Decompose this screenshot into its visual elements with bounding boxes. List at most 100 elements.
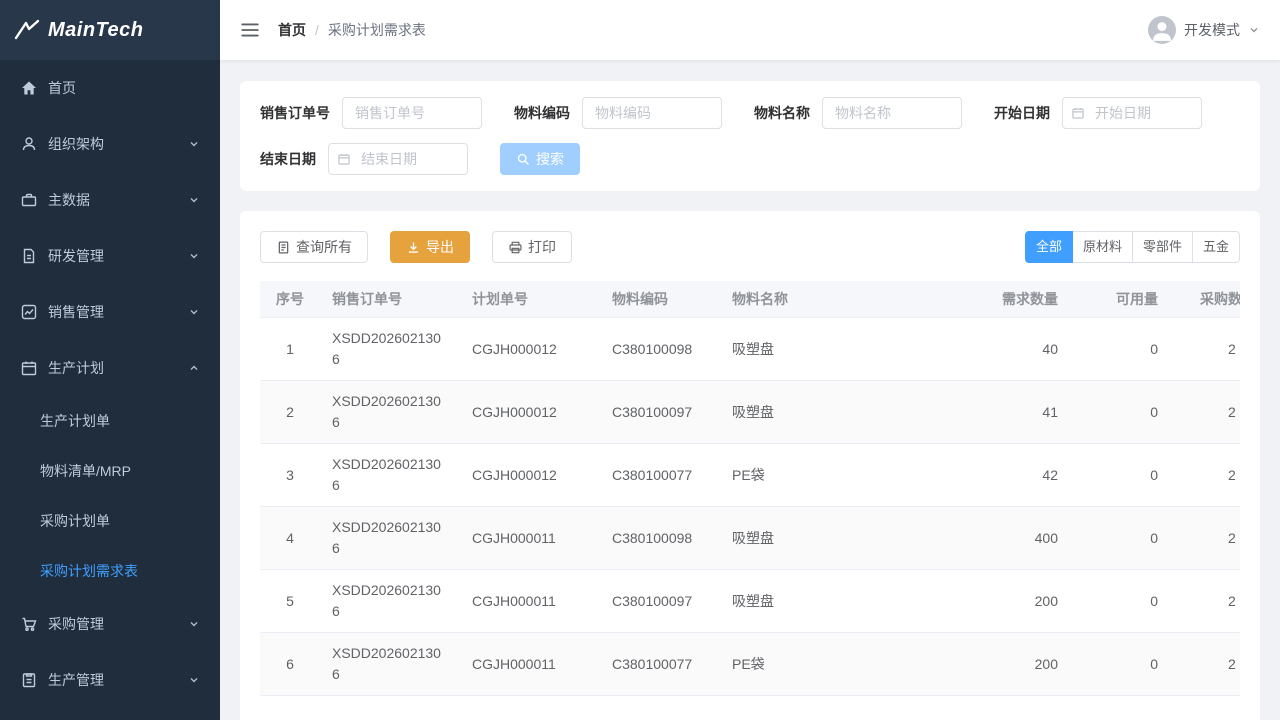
table-panel: 查询所有 导出 打印 <box>240 211 1260 720</box>
table-row[interactable]: 3 XSDD2026021306 CGJH000012 C380100077 P… <box>260 444 1240 507</box>
sidebar-item-production-mgmt[interactable]: 生产管理 <box>0 652 220 708</box>
breadcrumb-separator: / <box>315 22 319 38</box>
end-date-input[interactable] <box>328 143 468 175</box>
cell-plan-no: CGJH000011 <box>460 633 600 696</box>
main-area: 首页 / 采购计划需求表 开发模式 销售订单号 物料编码 <box>220 0 1280 720</box>
tab-hardware[interactable]: 五金 <box>1193 231 1240 263</box>
table-row[interactable]: 5 XSDD2026021306 CGJH000011 C380100097 吸… <box>260 570 1240 633</box>
cell-material-code: C380100077 <box>600 633 720 696</box>
cell-material-name: 吸塑盘 <box>720 318 970 381</box>
brand-name: MainTech <box>48 19 144 42</box>
cell-demand-qty: 400 <box>970 507 1070 570</box>
cell-seq: 5 <box>260 570 320 633</box>
sales-order-input[interactable] <box>342 97 482 129</box>
export-label: 导出 <box>426 237 454 257</box>
print-button[interactable]: 打印 <box>492 231 572 263</box>
sidebar-item-label: 研发管理 <box>48 246 104 266</box>
field-material-name: 物料名称 <box>754 97 962 129</box>
search-button[interactable]: 搜索 <box>500 143 580 175</box>
sidebar-subitem-production-plan-order[interactable]: 生产计划单 <box>0 396 220 446</box>
cell-available-qty: 0 <box>1070 381 1170 444</box>
sidebar-item-purchasing[interactable]: 采购管理 <box>0 596 220 652</box>
user-mode-label: 开发模式 <box>1184 20 1240 40</box>
tab-raw-material[interactable]: 原材料 <box>1073 231 1133 263</box>
cell-plan-no: CGJH000012 <box>460 318 600 381</box>
data-table-wrapper: 序号 销售订单号 计划单号 物料编码 物料名称 需求数量 可用量 采购数量 1 <box>260 281 1240 696</box>
download-icon <box>406 240 421 255</box>
cell-material-code: C380100097 <box>600 570 720 633</box>
printer-icon <box>508 240 523 255</box>
sidebar-item-label: 销售管理 <box>48 302 104 322</box>
sidebar-item-production-plan[interactable]: 生产计划 <box>0 340 220 396</box>
cell-available-qty: 0 <box>1070 507 1170 570</box>
search-icon <box>516 152 531 167</box>
sidebar-subitem-bom-mrp[interactable]: 物料清单/MRP <box>0 446 220 496</box>
table-body: 1 XSDD2026021306 CGJH000012 C380100098 吸… <box>260 318 1240 696</box>
cell-material-code: C380100077 <box>600 444 720 507</box>
cell-seq: 2 <box>260 381 320 444</box>
sidebar-item-label: 首页 <box>48 78 76 98</box>
cell-plan-no: CGJH000011 <box>460 570 600 633</box>
table-row[interactable]: 2 XSDD2026021306 CGJH000012 C380100097 吸… <box>260 381 1240 444</box>
filter-panel: 销售订单号 物料编码 物料名称 开始日期 <box>240 81 1260 191</box>
tab-all[interactable]: 全部 <box>1025 231 1073 263</box>
breadcrumb-current: 采购计划需求表 <box>328 20 426 40</box>
cell-material-name: 吸塑盘 <box>720 570 970 633</box>
cell-plan-no: CGJH000011 <box>460 507 600 570</box>
query-all-button[interactable]: 查询所有 <box>260 231 368 263</box>
cell-material-name: 吸塑盘 <box>720 507 970 570</box>
start-date-input[interactable] <box>1062 97 1202 129</box>
sidebar-item-label: 组织架构 <box>48 134 104 154</box>
cell-purchase-qty: 2 <box>1170 570 1240 633</box>
cell-demand-qty: 41 <box>970 381 1070 444</box>
material-code-label: 物料编码 <box>514 103 570 123</box>
export-button[interactable]: 导出 <box>390 231 470 263</box>
search-button-label: 搜索 <box>536 149 564 169</box>
sidebar-item-organization[interactable]: 组织架构 <box>0 116 220 172</box>
cell-plan-no: CGJH000012 <box>460 444 600 507</box>
hamburger-icon[interactable] <box>240 20 260 40</box>
cell-material-name: PE袋 <box>720 633 970 696</box>
sidebar-item-home[interactable]: 首页 <box>0 60 220 116</box>
chevron-down-icon <box>1248 24 1260 36</box>
column-header-seq: 序号 <box>260 281 320 318</box>
column-header-material-code: 物料编码 <box>600 281 720 318</box>
clipboard-icon <box>20 671 38 689</box>
document-icon <box>276 240 291 255</box>
cell-purchase-qty: 2 <box>1170 444 1240 507</box>
tab-parts[interactable]: 零部件 <box>1133 231 1193 263</box>
sidebar-subitem-label: 采购计划需求表 <box>40 561 138 581</box>
table-row[interactable]: 1 XSDD2026021306 CGJH000012 C380100098 吸… <box>260 318 1240 381</box>
field-start-date: 开始日期 <box>994 97 1202 129</box>
sidebar-subitem-label: 物料清单/MRP <box>40 461 131 481</box>
table-row[interactable]: 4 XSDD2026021306 CGJH000011 C380100098 吸… <box>260 507 1240 570</box>
sidebar-item-rnd[interactable]: 研发管理 <box>0 228 220 284</box>
material-code-input[interactable] <box>582 97 722 129</box>
cart-icon <box>20 615 38 633</box>
cell-available-qty: 0 <box>1070 318 1170 381</box>
column-header-available-qty: 可用量 <box>1070 281 1170 318</box>
breadcrumb: 首页 / 采购计划需求表 <box>278 20 426 40</box>
sidebar-item-label: 采购管理 <box>48 614 104 634</box>
sidebar: MainTech 首页 组织架构 主数据 <box>0 0 220 720</box>
document-icon <box>20 247 38 265</box>
material-name-input[interactable] <box>822 97 962 129</box>
chevron-down-icon <box>188 674 200 686</box>
chevron-down-icon <box>188 194 200 206</box>
sidebar-item-master-data[interactable]: 主数据 <box>0 172 220 228</box>
sidebar-item-sales[interactable]: 销售管理 <box>0 284 220 340</box>
home-icon <box>20 79 38 97</box>
sidebar-subitem-purchase-plan-order[interactable]: 采购计划单 <box>0 496 220 546</box>
chevron-down-icon <box>188 138 200 150</box>
cell-sales-order: XSDD2026021306 <box>320 318 460 381</box>
sidebar-subitem-purchase-demand-table[interactable]: 采购计划需求表 <box>0 546 220 596</box>
breadcrumb-home-link[interactable]: 首页 <box>278 20 306 40</box>
briefcase-icon <box>20 191 38 209</box>
table-row[interactable]: 6 XSDD2026021306 CGJH000011 C380100077 P… <box>260 633 1240 696</box>
cell-seq: 3 <box>260 444 320 507</box>
cell-sales-order: XSDD2026021306 <box>320 633 460 696</box>
sidebar-menu: 首页 组织架构 主数据 研发管理 <box>0 60 220 720</box>
brand-logo: MainTech <box>0 0 220 60</box>
start-date-label: 开始日期 <box>994 103 1050 123</box>
user-menu[interactable]: 开发模式 <box>1148 16 1260 44</box>
